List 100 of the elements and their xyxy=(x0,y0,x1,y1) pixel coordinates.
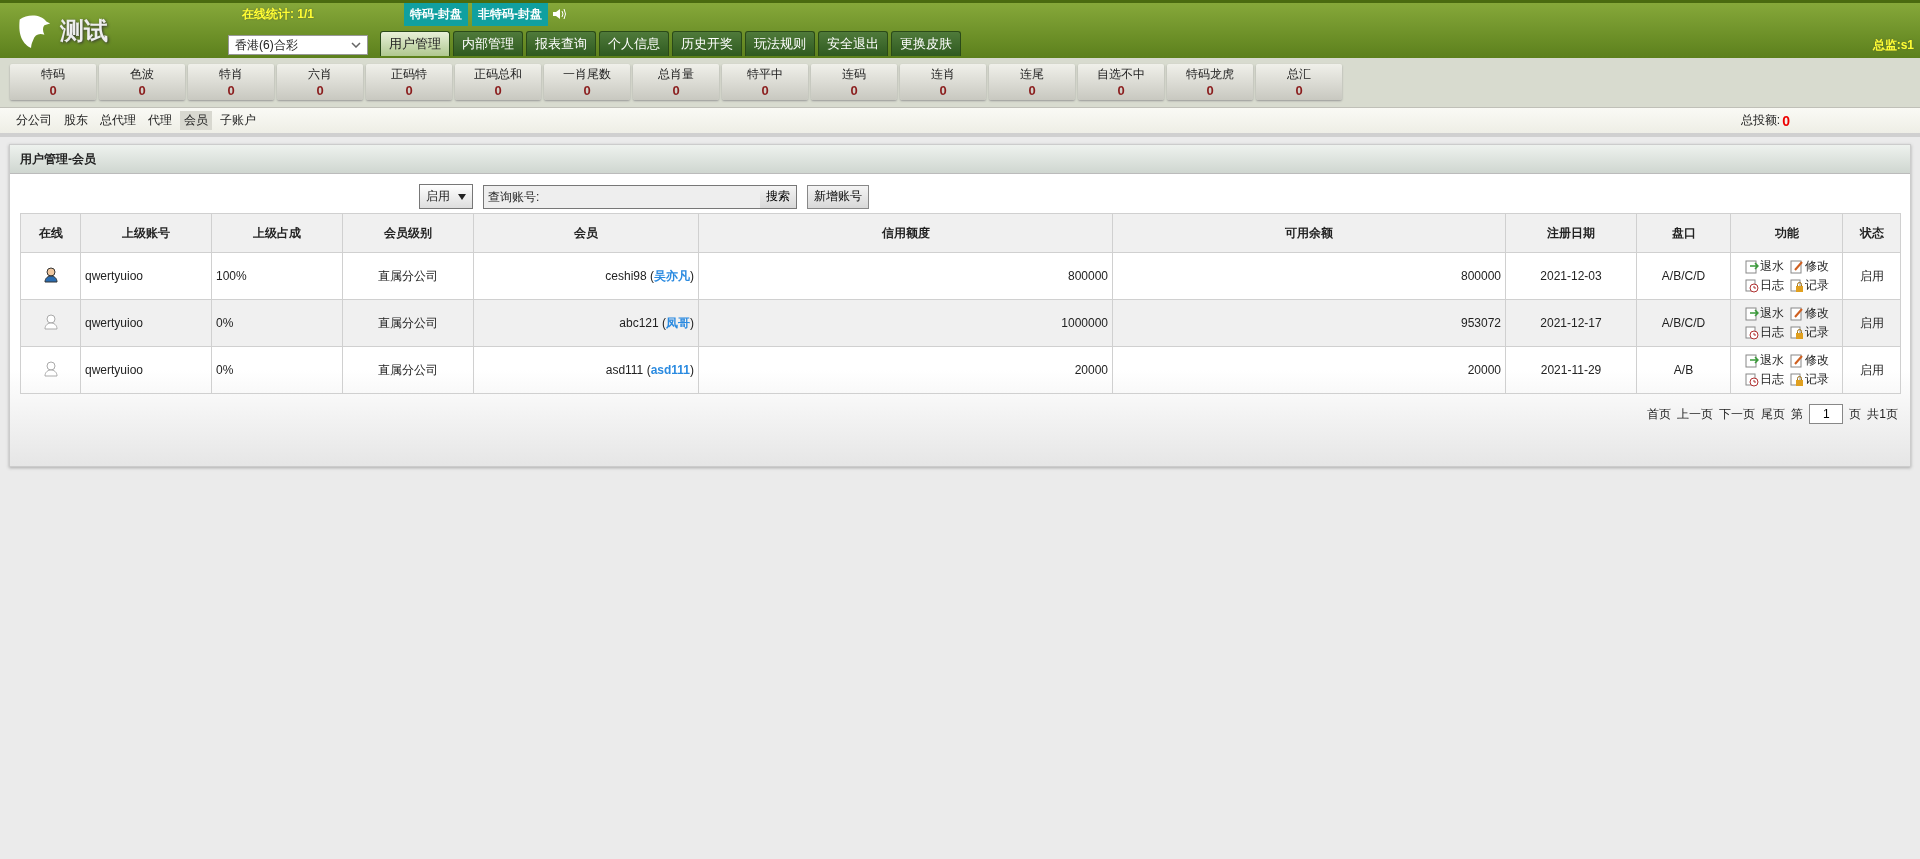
column-header: 会员 xyxy=(473,213,699,253)
edit-icon xyxy=(1789,353,1804,368)
nav-tab[interactable]: 报表查询 xyxy=(526,31,596,56)
stat-button[interactable]: 总汇 0 xyxy=(1256,64,1342,100)
column-header: 上级占成 xyxy=(211,213,343,253)
add-account-button[interactable]: 新增账号 xyxy=(807,184,869,209)
table-cell: qwertyuioo xyxy=(80,299,212,347)
action-link[interactable]: 日志 xyxy=(1744,277,1784,294)
speaker-icon[interactable] xyxy=(552,8,566,20)
action-link[interactable]: 记录 xyxy=(1789,277,1829,294)
table-cell: 800000 xyxy=(1112,252,1506,300)
document-lock-icon xyxy=(1789,372,1804,387)
table-cell: 启用 xyxy=(1842,346,1901,394)
user-label: 总监:s1 xyxy=(1872,37,1915,54)
document-clock-icon xyxy=(1744,372,1759,387)
edit-icon xyxy=(1789,306,1804,321)
stat-button[interactable]: 连肖 0 xyxy=(900,64,986,100)
action-link[interactable]: 记录 xyxy=(1789,371,1829,388)
stat-button[interactable]: 正码特 0 xyxy=(366,64,452,100)
stat-button[interactable]: 正码总和 0 xyxy=(455,64,541,100)
column-header: 会员级别 xyxy=(342,213,474,253)
action-link[interactable]: 记录 xyxy=(1789,324,1829,341)
logo-text: 测试 xyxy=(60,15,108,46)
subnav-link[interactable]: 会员 xyxy=(180,111,212,130)
stat-button[interactable]: 特码龙虎 0 xyxy=(1167,64,1253,100)
page-prefix: 第 xyxy=(1791,405,1804,423)
column-header: 信用额度 xyxy=(698,213,1113,253)
page-input[interactable]: 1 xyxy=(1809,404,1844,424)
search-field[interactable]: 查询账号: 搜索 xyxy=(483,184,797,209)
table-cell: 2021-12-17 xyxy=(1505,299,1637,347)
stat-button[interactable]: 总肖量 0 xyxy=(633,64,719,100)
stat-button[interactable]: 六肖 0 xyxy=(277,64,363,100)
action-link[interactable]: 修改 xyxy=(1789,352,1829,369)
table-cell: A/B/C/D xyxy=(1636,299,1731,347)
stat-button[interactable]: 连码 0 xyxy=(811,64,897,100)
pagination-link[interactable]: 首页 xyxy=(1647,405,1672,423)
panel-title: 用户管理-会员 xyxy=(10,145,1910,174)
nav-tab[interactable]: 更换皮肤 xyxy=(891,31,961,56)
subnav-link[interactable]: 分公司 xyxy=(12,111,56,130)
action-link[interactable]: 退水 xyxy=(1744,352,1784,369)
table-cell: 800000 xyxy=(698,252,1113,300)
table-cell: qwertyuioo xyxy=(80,252,212,300)
document-lock-icon xyxy=(1789,325,1804,340)
stat-button[interactable]: 自选不中 0 xyxy=(1078,64,1164,100)
table-cell: 0% xyxy=(211,346,343,394)
nav-tab[interactable]: 内部管理 xyxy=(453,31,523,56)
nav-tab[interactable]: 安全退出 xyxy=(818,31,888,56)
nav-tab[interactable]: 用户管理 xyxy=(380,31,450,56)
action-link[interactable]: 日志 xyxy=(1744,371,1784,388)
edit-icon xyxy=(1789,259,1804,274)
action-link[interactable]: 日志 xyxy=(1744,324,1784,341)
table-cell: 953072 xyxy=(1112,299,1506,347)
subnav-link[interactable]: 代理 xyxy=(144,111,176,130)
subnav-link[interactable]: 子账户 xyxy=(216,111,260,130)
total-label: 总投额: xyxy=(1740,112,1781,129)
column-header: 上级账号 xyxy=(80,213,212,253)
page-suffix: 页 xyxy=(1849,405,1862,423)
member-name: abc121 (凤哥) xyxy=(619,315,694,330)
pagination-link[interactable]: 尾页 xyxy=(1761,405,1786,423)
status-tag: 特码-封盘 xyxy=(404,2,468,26)
column-header: 状态 xyxy=(1842,213,1901,253)
table-cell: 启用 xyxy=(1842,299,1901,347)
total-value: 0 xyxy=(1782,112,1790,129)
chevron-icon xyxy=(351,42,361,48)
column-header: 注册日期 xyxy=(1505,213,1637,253)
action-link[interactable]: 退水 xyxy=(1744,258,1784,275)
pagination-link[interactable]: 下一页 xyxy=(1719,405,1756,423)
nav-tab[interactable]: 历史开奖 xyxy=(672,31,742,56)
pagination-link[interactable]: 上一页 xyxy=(1677,405,1714,423)
stat-button[interactable]: 特码 0 xyxy=(10,64,96,100)
nav-tab[interactable]: 个人信息 xyxy=(599,31,669,56)
document-lock-icon xyxy=(1789,278,1804,293)
table-cell: 100% xyxy=(211,252,343,300)
table-cell: 直属分公司 xyxy=(342,299,474,347)
online-stats: 在线统计: 1/1 xyxy=(241,5,315,23)
stat-button[interactable]: 一肖尾数 0 xyxy=(544,64,630,100)
table-cell: A/B xyxy=(1636,346,1731,394)
member-name: ceshi98 (吴亦凡) xyxy=(605,268,694,283)
action-link[interactable]: 退水 xyxy=(1744,305,1784,322)
table-cell: 1000000 xyxy=(698,299,1113,347)
document-clock-icon xyxy=(1744,325,1759,340)
status-filter-select[interactable]: 启用 xyxy=(419,184,473,209)
subnav-link[interactable]: 总代理 xyxy=(96,111,140,130)
stat-button[interactable]: 色波 0 xyxy=(99,64,185,100)
column-header: 可用余额 xyxy=(1112,213,1506,253)
table-cell: 2021-12-03 xyxy=(1505,252,1637,300)
stat-button[interactable]: 特肖 0 xyxy=(188,64,274,100)
document-clock-icon xyxy=(1744,278,1759,293)
table-cell: A/B/C/D xyxy=(1636,252,1731,300)
stat-button[interactable]: 特平中 0 xyxy=(722,64,808,100)
action-link[interactable]: 修改 xyxy=(1789,258,1829,275)
lottery-select[interactable]: 香港(6)合彩 xyxy=(228,35,368,55)
nav-tab[interactable]: 玩法规则 xyxy=(745,31,815,56)
search-button[interactable]: 搜索 xyxy=(760,185,796,208)
subnav-link[interactable]: 股东 xyxy=(60,111,92,130)
table-cell: qwertyuioo xyxy=(80,346,212,394)
table-cell: 直属分公司 xyxy=(342,252,474,300)
column-header: 在线 xyxy=(20,213,81,253)
stat-button[interactable]: 连尾 0 xyxy=(989,64,1075,100)
action-link[interactable]: 修改 xyxy=(1789,305,1829,322)
